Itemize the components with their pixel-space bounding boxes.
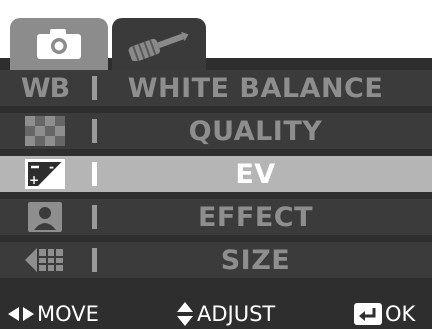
help-ok-label: OK xyxy=(385,301,416,326)
enter-icon xyxy=(354,302,382,325)
camera-menu-screen: WB WHITE BALANCE QUALITY + - EV EFFECT S… xyxy=(0,0,432,329)
menu-item-white-balance[interactable]: WB WHITE BALANCE xyxy=(0,70,432,106)
menu-item-ev[interactable]: + - EV xyxy=(0,156,432,192)
left-right-arrows-icon xyxy=(8,306,34,321)
menu-item-label: EV xyxy=(235,158,276,190)
tab-setup[interactable] xyxy=(112,18,206,70)
tab-camera[interactable] xyxy=(10,18,108,70)
help-bar: MOVE ADJUST OK xyxy=(0,298,432,329)
menu-icon-box xyxy=(0,199,90,235)
settings-menu: WB WHITE BALANCE QUALITY + - EV EFFECT S… xyxy=(0,70,432,285)
help-move: MOVE xyxy=(8,302,99,326)
svg-text:+: + xyxy=(29,173,39,187)
effect-icon xyxy=(28,202,62,232)
size-icon xyxy=(25,248,63,272)
menu-item-quality[interactable]: QUALITY xyxy=(0,113,432,149)
menu-item-label: SIZE xyxy=(220,244,291,276)
white-balance-icon: WB xyxy=(20,72,70,104)
menu-icon-box: + - xyxy=(0,156,90,192)
camera-icon xyxy=(37,29,81,59)
up-down-arrows-icon xyxy=(177,301,193,326)
menu-icon-box xyxy=(0,242,90,278)
svg-text:-: - xyxy=(49,160,54,174)
menu-icon-box: WB xyxy=(0,70,90,106)
menu-item-effect[interactable]: EFFECT xyxy=(0,199,432,235)
tab-bar xyxy=(0,0,432,70)
menu-icon-box xyxy=(0,113,90,149)
menu-item-size[interactable]: SIZE xyxy=(0,242,432,278)
quality-icon xyxy=(25,116,65,146)
menu-item-label: WHITE BALANCE xyxy=(127,72,384,104)
ev-icon: + - xyxy=(25,159,65,189)
menu-item-label: QUALITY xyxy=(188,115,323,147)
help-adjust: ADJUST xyxy=(176,301,276,326)
menu-item-label: EFFECT xyxy=(197,201,313,233)
help-move-label: MOVE xyxy=(37,301,99,326)
help-adjust-label: ADJUST xyxy=(197,301,276,326)
screwdriver-icon xyxy=(128,31,189,61)
help-ok: OK xyxy=(354,302,415,326)
